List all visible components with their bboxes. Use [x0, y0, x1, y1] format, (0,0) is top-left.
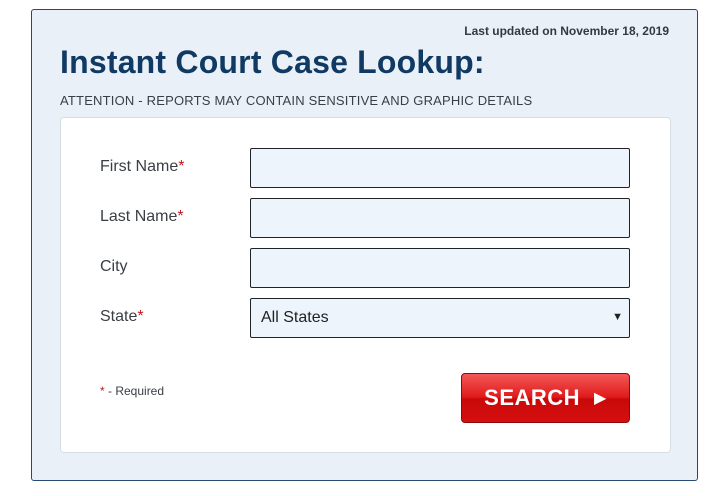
last-name-label: Last Name*	[100, 208, 184, 225]
first-name-row: First Name*	[61, 148, 670, 188]
state-selected-value: All States	[261, 309, 329, 326]
play-arrow-icon: ▶	[594, 390, 607, 407]
city-input[interactable]	[250, 248, 630, 288]
last-name-input[interactable]	[250, 198, 630, 238]
last-name-row: Last Name*	[61, 198, 670, 238]
required-asterisk: *	[177, 208, 184, 225]
search-button[interactable]: SEARCH ▶	[461, 373, 630, 423]
lookup-panel: Last updated on November 18, 2019 Instan…	[31, 9, 698, 481]
page-title: Instant Court Case Lookup:	[60, 44, 485, 80]
search-form: First Name* Last Name* City State* All S…	[60, 117, 671, 453]
first-name-label: First Name*	[100, 158, 185, 175]
required-asterisk: *	[137, 308, 144, 325]
city-label: City	[100, 258, 128, 275]
attention-notice: ATTENTION - REPORTS MAY CONTAIN SENSITIV…	[60, 93, 533, 108]
required-asterisk: *	[178, 158, 185, 175]
required-note: * - Required	[100, 384, 165, 398]
first-name-input[interactable]	[250, 148, 630, 188]
search-button-label: SEARCH	[484, 385, 581, 410]
state-label: State*	[100, 308, 144, 325]
city-row: City	[61, 248, 670, 288]
dropdown-triangle-icon: ▼	[612, 311, 623, 323]
last-updated-text: Last updated on November 18, 2019	[464, 24, 669, 38]
state-select[interactable]: All States ▼	[250, 298, 630, 338]
state-row: State* All States ▼	[61, 298, 670, 338]
